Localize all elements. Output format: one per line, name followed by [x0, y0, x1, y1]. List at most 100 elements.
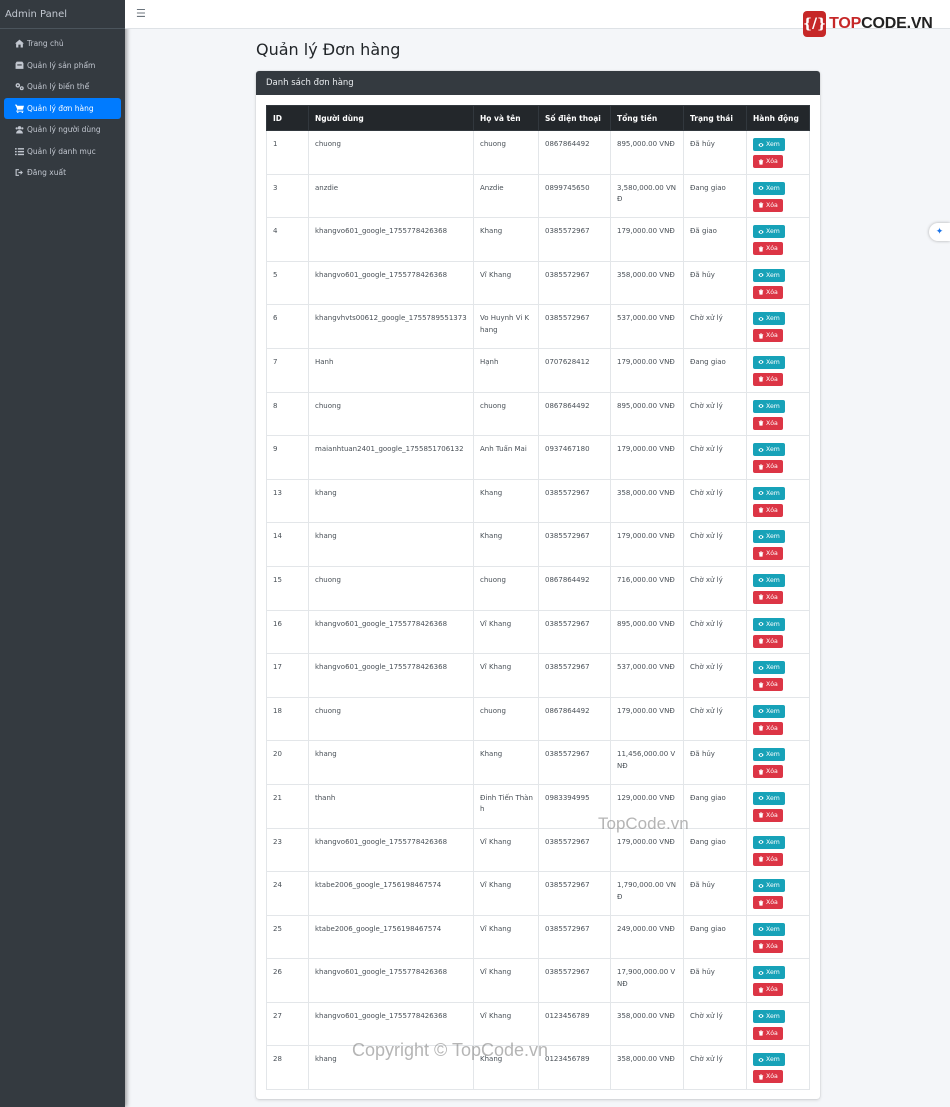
- cell-total: 179,000.00 VNĐ: [610, 522, 684, 567]
- cell-fullname: Khang: [473, 740, 539, 785]
- cell-total: 179,000.00 VNĐ: [610, 435, 684, 480]
- sidebar-item-orders[interactable]: Quản lý đơn hàng: [4, 97, 121, 119]
- delete-button[interactable]: Xóa: [753, 721, 783, 735]
- view-button[interactable]: Xem: [753, 966, 785, 980]
- cell-user: Hanh: [308, 347, 474, 393]
- cell-phone: 0385572967: [538, 609, 611, 655]
- brand-title[interactable]: Admin Panel: [0, 0, 125, 29]
- view-button[interactable]: Xem: [753, 138, 785, 151]
- delete-button[interactable]: Xóa: [753, 852, 783, 866]
- view-button[interactable]: Xem: [753, 530, 785, 544]
- cell-fullname: chuong: [473, 565, 539, 611]
- delete-button[interactable]: Xóa: [753, 1070, 783, 1084]
- sidebar-item-home[interactable]: Trang chủ: [4, 33, 121, 55]
- cell-actions: Xem Xóa: [746, 609, 810, 655]
- cell-total: 129,000.00 VNĐ: [610, 783, 684, 829]
- sidebar-nav: Trang chủ Quản lý sản phẩm Quản lý biến …: [0, 29, 125, 184]
- cell-status: Chờ xử lý: [683, 609, 747, 655]
- floating-widget-icon[interactable]: ✦: [929, 223, 950, 241]
- view-label: Xem: [766, 489, 780, 497]
- delete-button[interactable]: Xóa: [753, 155, 783, 168]
- delete-button[interactable]: Xóa: [753, 198, 783, 212]
- cell-fullname: Vĩ Khang: [473, 653, 539, 698]
- view-button[interactable]: Xem: [753, 225, 785, 239]
- delete-button[interactable]: Xóa: [753, 460, 783, 474]
- delete-button[interactable]: Xóa: [753, 329, 783, 343]
- delete-button[interactable]: Xóa: [753, 983, 783, 997]
- view-button[interactable]: Xem: [753, 486, 785, 500]
- view-button[interactable]: Xem: [753, 835, 785, 849]
- view-button[interactable]: Xem: [753, 355, 785, 369]
- sidebar-item-variants[interactable]: Quản lý biến thể: [4, 76, 121, 98]
- view-button[interactable]: Xem: [753, 312, 785, 326]
- cell-id: 21: [266, 783, 309, 829]
- view-button[interactable]: Xem: [753, 791, 785, 805]
- trash-icon: [758, 507, 766, 513]
- eye-icon: [758, 577, 766, 583]
- view-label: Xem: [766, 141, 780, 148]
- box-icon: [13, 60, 25, 70]
- cell-id: 6: [266, 304, 309, 349]
- sidebar-item-logout[interactable]: Đăng xuất: [4, 162, 121, 184]
- sidebar-item-label: Quản lý sản phẩm: [27, 60, 96, 70]
- delete-button[interactable]: Xóa: [753, 634, 783, 648]
- delete-button[interactable]: Xóa: [753, 896, 783, 910]
- view-label: Xem: [766, 664, 780, 672]
- delete-button[interactable]: Xóa: [753, 242, 783, 256]
- delete-button[interactable]: Xóa: [753, 808, 783, 822]
- view-button[interactable]: Xem: [753, 1009, 785, 1023]
- delete-button[interactable]: Xóa: [753, 678, 783, 692]
- delete-button[interactable]: Xóa: [753, 1026, 783, 1040]
- cell-actions: Xem Xóa: [746, 696, 810, 742]
- delete-button[interactable]: Xóa: [753, 547, 783, 561]
- delete-button[interactable]: Xóa: [753, 372, 783, 386]
- delete-button[interactable]: Xóa: [753, 939, 783, 953]
- delete-label: Xóa: [766, 724, 778, 732]
- cell-actions: Xem Xóa: [746, 522, 810, 567]
- delete-button[interactable]: Xóa: [753, 765, 783, 779]
- view-button[interactable]: Xem: [753, 879, 785, 893]
- view-button[interactable]: Xem: [753, 704, 785, 718]
- cell-id: 24: [266, 871, 309, 916]
- cell-total: 11,456,000.00 VNĐ: [610, 740, 684, 785]
- sidebar-item-categories[interactable]: Quản lý danh mục: [4, 141, 121, 163]
- sidebar-item-users[interactable]: Quản lý người dùng: [4, 119, 121, 141]
- delete-button[interactable]: Xóa: [753, 285, 783, 299]
- sidebar-item-products[interactable]: Quản lý sản phẩm: [4, 55, 121, 77]
- view-button[interactable]: Xem: [753, 181, 785, 195]
- cell-user: khangvo601_google_1755778426368: [308, 217, 474, 262]
- trash-icon: [758, 899, 766, 906]
- col-status: Trạng thái: [683, 105, 747, 131]
- cell-fullname: Vĩ Khang: [473, 827, 539, 873]
- cell-status: Đang giao: [683, 173, 747, 219]
- view-button[interactable]: Xem: [753, 268, 785, 282]
- view-button[interactable]: Xem: [753, 617, 785, 631]
- delete-button[interactable]: Xóa: [753, 416, 783, 430]
- delete-button[interactable]: Xóa: [753, 503, 783, 517]
- cell-fullname: Vĩ Khang: [473, 958, 539, 1003]
- view-button[interactable]: Xem: [753, 1053, 785, 1067]
- view-button[interactable]: Xem: [753, 748, 785, 762]
- delete-label: Xóa: [766, 201, 778, 209]
- logo-text: TOPCODE.VN: [829, 15, 933, 32]
- cell-actions: Xem Xóa: [746, 260, 810, 306]
- view-button[interactable]: Xem: [753, 661, 785, 675]
- table-row: 25 ktabe2006_google_1756198467574 Vĩ Khang…: [266, 914, 810, 960]
- cell-actions: Xem Xóa: [746, 565, 810, 611]
- cell-fullname: Khang: [473, 1045, 539, 1091]
- view-label: Xem: [766, 358, 780, 366]
- view-button[interactable]: Xem: [753, 922, 785, 936]
- view-button[interactable]: Xem: [753, 399, 785, 413]
- view-button[interactable]: Xem: [753, 573, 785, 587]
- cell-status: Đang giao: [683, 827, 747, 873]
- cell-phone: 0385572967: [538, 304, 611, 349]
- delete-button[interactable]: Xóa: [753, 590, 783, 604]
- hamburger-menu-icon[interactable]: ☰: [136, 7, 146, 20]
- delete-label: Xóa: [766, 593, 778, 601]
- cell-status: Đã hủy: [683, 130, 747, 175]
- cell-total: 537,000.00 VNĐ: [610, 653, 684, 698]
- cell-fullname: Khang: [473, 522, 539, 567]
- delete-label: Xóa: [766, 288, 778, 296]
- view-button[interactable]: Xem: [753, 443, 785, 457]
- cell-total: 179,000.00 VNĐ: [610, 347, 684, 393]
